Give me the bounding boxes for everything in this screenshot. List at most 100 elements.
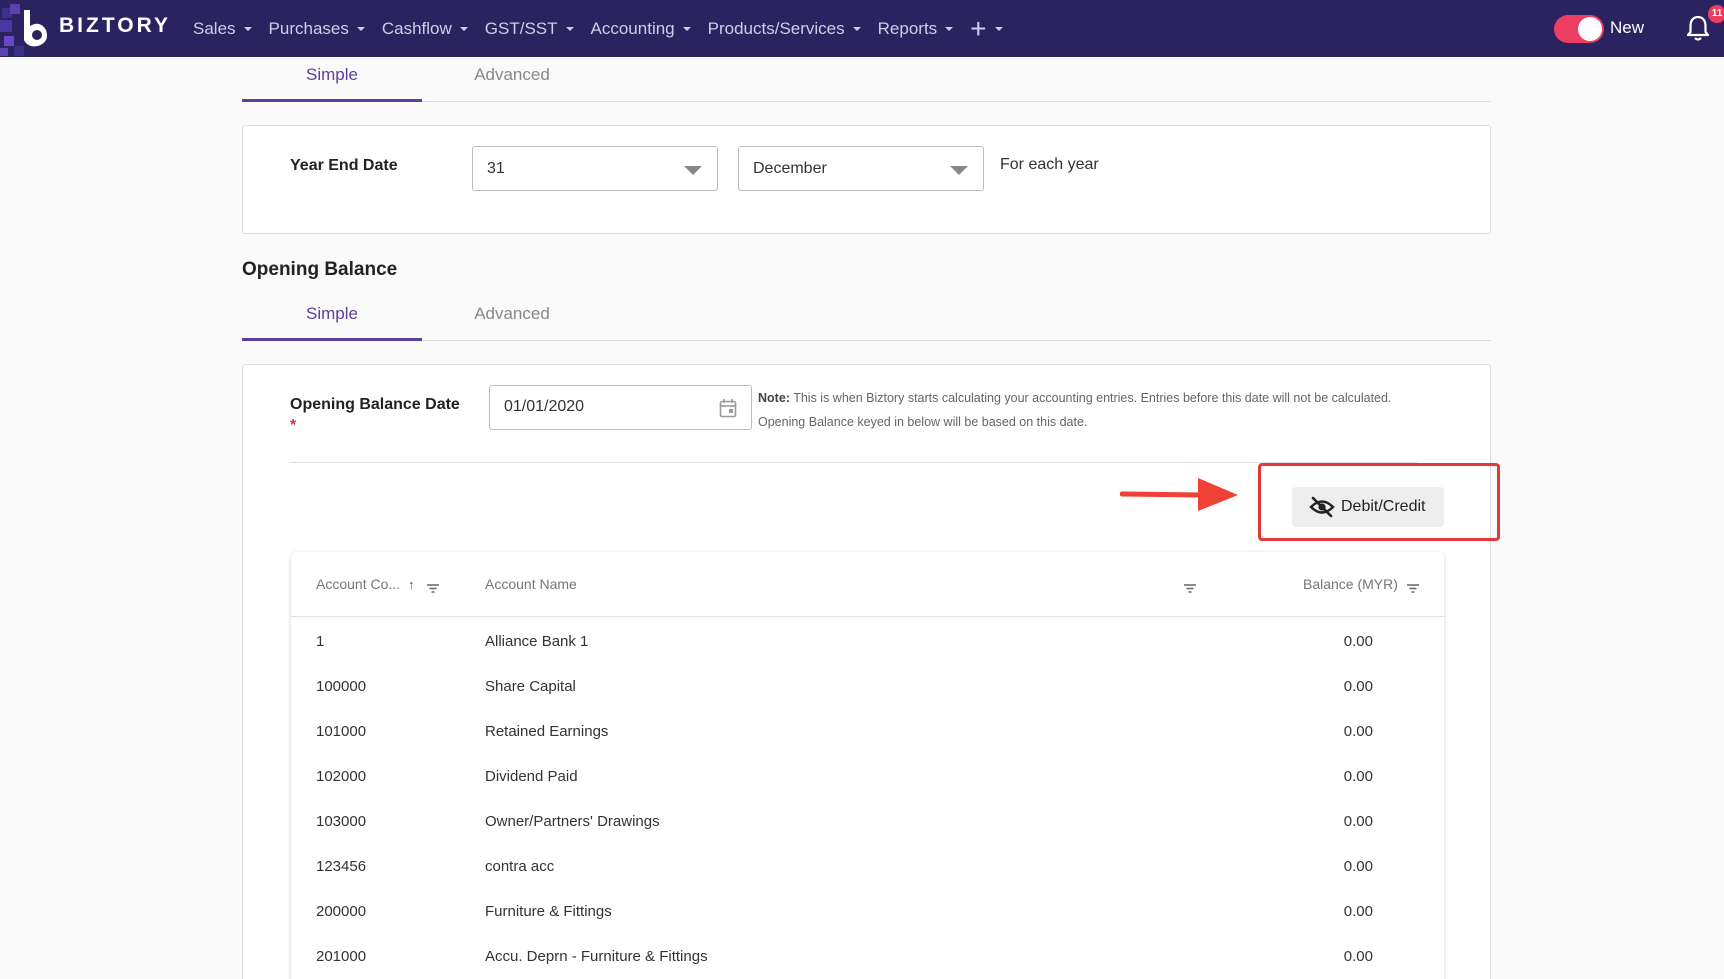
column-header-account-name[interactable]: Account Name [485,576,577,592]
new-ui-toggle[interactable] [1554,15,1604,43]
table-header-divider [291,616,1444,617]
filter-icon[interactable] [427,584,439,593]
nav-quick-add[interactable]: + [970,12,1003,44]
account-name-cell: Furniture & Fittings [485,903,612,920]
tab-opening-simple[interactable]: Simple [242,296,422,341]
balance-cell[interactable]: 0.00 [1344,678,1373,695]
note-text: This is when Biztory starts calculating … [793,391,1392,405]
year-end-day-select[interactable]: 31 [472,146,718,191]
nav-sales[interactable]: Sales [193,19,252,39]
table-row[interactable]: 1 Alliance Bank 1 0.00 [291,621,1444,666]
opening-balance-table: Account Co... ↑ Account Name Balance (MY… [291,552,1444,979]
year-end-day-value: 31 [487,160,505,177]
nav-gst-sst-label: GST/SST [484,18,558,38]
notification-badge: 11 [1708,5,1724,23]
eye-off-icon [1309,496,1335,518]
chevron-down-icon [994,26,1003,31]
year-end-tabs: Simple Advanced [242,57,1491,102]
nav-accounting-label: Accounting [590,18,675,38]
account-code-cell: 201000 [316,948,367,965]
opening-balance-tabs: Simple Advanced [242,296,1491,341]
filter-icon[interactable] [1184,584,1196,593]
account-name-cell: Share Capital [485,678,576,695]
table-row[interactable]: 123456 contra acc 0.00 [291,846,1444,891]
table-row[interactable]: 100000 Share Capital 0.00 [291,666,1444,711]
account-code-cell: 102000 [316,768,367,785]
account-name-cell: Retained Earnings [485,723,609,740]
chevron-down-icon [459,26,468,31]
opening-balance-title: Opening Balance [242,259,398,280]
account-code-cell: 200000 [316,903,367,920]
account-name-cell: Dividend Paid [485,768,578,785]
nav-reports[interactable]: Reports [878,19,954,39]
column-header-account-code[interactable]: Account Co... ↑ [316,576,415,592]
debit-credit-toggle-button[interactable]: Debit/Credit [1292,487,1444,527]
year-end-month-select[interactable]: December [738,146,984,191]
year-end-card: Year End Date 31 December For each year [242,125,1491,234]
balance-header-label: Balance (MYR) [1303,576,1398,592]
column-header-balance[interactable]: Balance (MYR) [1303,576,1398,592]
chevron-down-icon [945,26,954,31]
account-name-cell: Alliance Bank 1 [485,633,589,650]
sort-ascending-icon[interactable]: ↑ [408,577,415,592]
section-divider [290,462,1417,463]
table-row[interactable]: 200000 Furniture & Fittings 0.00 [291,891,1444,936]
tab-opening-advanced[interactable]: Advanced [422,296,602,341]
nav-products-services-label: Products/Services [707,18,845,38]
account-code-cell: 123456 [316,858,367,875]
chevron-down-icon [682,26,691,31]
table-row[interactable]: 101000 Retained Earnings 0.00 [291,711,1444,756]
chevron-down-icon [243,26,252,31]
opening-balance-note: Note: This is when Biztory starts calcul… [758,386,1408,434]
toggle-label: New [1610,18,1645,37]
tab-year-end-advanced[interactable]: Advanced [422,57,602,102]
toggle-knob [1578,17,1602,41]
balance-cell[interactable]: 0.00 [1344,813,1373,830]
dropdown-arrow-icon [950,166,968,175]
note-text-2: Opening Balance keyed in below will be b… [758,415,1088,429]
chevron-down-icon [565,26,574,31]
account-code-cell: 103000 [316,813,367,830]
nav-reports-label: Reports [877,18,938,38]
chevron-down-icon [356,26,365,31]
balance-cell[interactable]: 0.00 [1344,903,1373,920]
table-row[interactable]: 201000 Accu. Deprn - Furniture & Fitting… [291,936,1444,979]
balance-cell[interactable]: 0.00 [1344,858,1373,875]
opening-balance-date-value: 01/01/2020 [504,398,585,415]
filter-icon[interactable] [1407,584,1419,593]
account-code-cell: 100000 [316,678,367,695]
nav-products-services[interactable]: Products/Services [708,19,861,39]
debit-credit-label: Debit/Credit [1341,498,1426,515]
main-nav: Sales Purchases Cashflow GST/SST Account… [193,0,1020,57]
year-end-date-label: Year End Date [290,157,398,174]
brand-name: BIZTORY [59,14,172,37]
balance-cell[interactable]: 0.00 [1344,768,1373,785]
account-name-cell: contra acc [485,858,555,875]
biztory-logo-icon[interactable] [0,0,60,57]
balance-cell[interactable]: 0.00 [1344,948,1373,965]
year-end-month-value: December [753,160,827,177]
calendar-icon[interactable] [719,398,737,418]
plus-icon: + [970,12,987,44]
nav-accounting[interactable]: Accounting [591,19,691,39]
bell-icon[interactable] [1685,14,1711,42]
nav-sales-label: Sales [193,18,236,38]
table-row[interactable]: 102000 Dividend Paid 0.00 [291,756,1444,801]
account-name-cell: Owner/Partners' Drawings [485,813,660,830]
note-label: Note: [758,391,790,405]
balance-cell[interactable]: 0.00 [1344,633,1373,650]
account-code-cell: 101000 [316,723,367,740]
year-end-suffix: For each year [1000,156,1099,173]
nav-purchases-label: Purchases [268,18,349,38]
tab-year-end-simple[interactable]: Simple [242,57,422,102]
opening-balance-date-label: Opening Balance Date [290,396,460,413]
chevron-down-icon [852,26,861,31]
balance-cell[interactable]: 0.00 [1344,723,1373,740]
opening-balance-date-input[interactable]: 01/01/2020 [489,385,752,430]
account-code-cell: 1 [316,633,325,650]
required-marker: * [290,417,297,434]
nav-gst-sst[interactable]: GST/SST [485,19,574,39]
nav-cashflow[interactable]: Cashflow [382,19,468,39]
table-row[interactable]: 103000 Owner/Partners' Drawings 0.00 [291,801,1444,846]
nav-purchases[interactable]: Purchases [269,19,365,39]
